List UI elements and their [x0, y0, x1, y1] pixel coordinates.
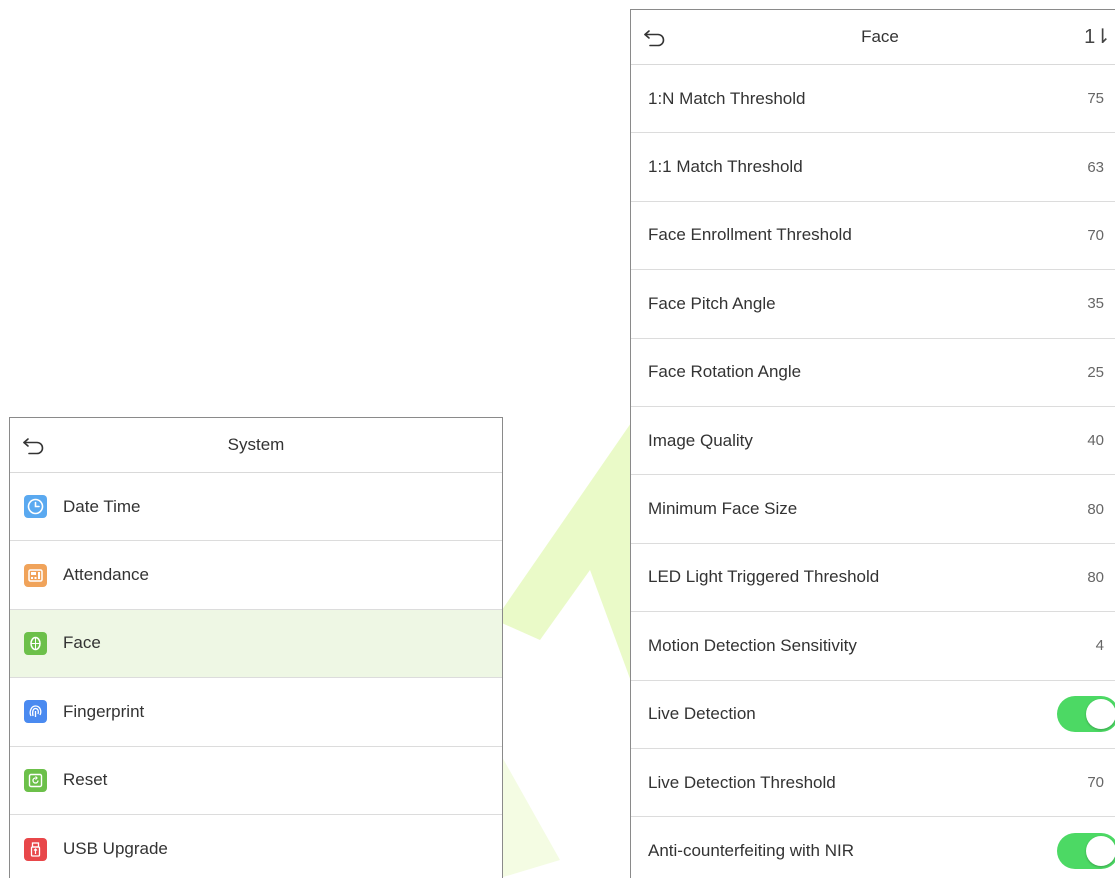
- menu-item-face[interactable]: Face: [10, 609, 502, 679]
- menu-item-fingerprint[interactable]: Fingerprint: [10, 678, 502, 747]
- setting-value: 40: [1087, 432, 1104, 450]
- setting-11-match-threshold[interactable]: 1:1 Match Threshold 63: [631, 133, 1115, 202]
- setting-value: 70: [1087, 226, 1104, 244]
- menu-item-label: Date Time: [63, 496, 141, 516]
- system-titlebar: System: [10, 418, 502, 473]
- attendance-icon: [24, 563, 47, 587]
- setting-label: Face Enrollment Threshold: [648, 225, 852, 245]
- back-arrow-icon[interactable]: [20, 431, 48, 459]
- face-settings-screen: Face 1⇂ 1:N Match Threshold 75 1:1 Match…: [630, 9, 1115, 878]
- setting-led-light-triggered-threshold[interactable]: LED Light Triggered Threshold 80: [631, 544, 1115, 613]
- setting-label: Live Detection Threshold: [648, 772, 836, 792]
- back-arrow-icon[interactable]: [641, 23, 669, 51]
- setting-label: LED Light Triggered Threshold: [648, 567, 880, 587]
- setting-value: 35: [1087, 295, 1104, 313]
- setting-live-detection-threshold[interactable]: Live Detection Threshold 70: [631, 749, 1115, 818]
- menu-item-label: USB Upgrade: [63, 839, 168, 859]
- setting-label: Motion Detection Sensitivity: [648, 635, 857, 655]
- live-detection-toggle[interactable]: [1057, 696, 1115, 733]
- menu-item-date-time[interactable]: Date Time: [10, 473, 502, 542]
- menu-item-label: Fingerprint: [63, 701, 145, 721]
- setting-label: Minimum Face Size: [648, 499, 798, 519]
- setting-value: 63: [1087, 158, 1104, 176]
- setting-label: Anti-counterfeiting with NIR: [648, 841, 854, 861]
- menu-item-usb-upgrade[interactable]: USB Upgrade: [10, 815, 502, 878]
- setting-anti-counterfeiting-nir[interactable]: Anti-counterfeiting with NIR: [631, 817, 1115, 878]
- setting-label: Face Pitch Angle: [648, 293, 776, 313]
- menu-item-label: Attendance: [63, 565, 150, 585]
- system-screen: System Date Time Attendance Face Fingerp…: [9, 417, 503, 878]
- setting-1n-match-threshold[interactable]: 1:N Match Threshold 75: [631, 65, 1115, 134]
- setting-value: 4: [1095, 637, 1104, 655]
- setting-value: 75: [1087, 90, 1104, 108]
- setting-label: 1:1 Match Threshold: [648, 157, 803, 177]
- setting-live-detection[interactable]: Live Detection: [631, 681, 1115, 749]
- nir-toggle[interactable]: [1057, 833, 1115, 870]
- toggle-knob: [1086, 699, 1115, 730]
- system-menu-list: Date Time Attendance Face Fingerprint Re…: [10, 473, 502, 878]
- setting-image-quality[interactable]: Image Quality 40: [631, 407, 1115, 476]
- page-title: System: [227, 435, 285, 454]
- face-settings-list: 1:N Match Threshold 75 1:1 Match Thresho…: [631, 65, 1115, 878]
- setting-face-enrollment-threshold[interactable]: Face Enrollment Threshold 70: [631, 202, 1115, 271]
- setting-value: 25: [1087, 363, 1104, 381]
- setting-minimum-face-size[interactable]: Minimum Face Size 80: [631, 475, 1115, 544]
- setting-label: Image Quality: [648, 430, 753, 450]
- setting-face-rotation-angle[interactable]: Face Rotation Angle 25: [631, 339, 1115, 407]
- clock-icon: [24, 495, 47, 519]
- menu-item-label: Reset: [63, 770, 108, 790]
- face-titlebar: Face 1⇂: [631, 10, 1115, 65]
- toggle-knob: [1086, 836, 1115, 867]
- setting-label: Live Detection: [648, 704, 756, 724]
- face-icon: [24, 631, 47, 655]
- setting-face-pitch-angle[interactable]: Face Pitch Angle 35: [631, 270, 1115, 339]
- reset-icon: [24, 768, 47, 792]
- sort-arrows-icon[interactable]: 1⇂: [1084, 24, 1111, 52]
- usb-icon: [24, 837, 47, 861]
- setting-label: 1:N Match Threshold: [648, 88, 806, 108]
- setting-value: 80: [1087, 500, 1104, 518]
- menu-item-reset[interactable]: Reset: [10, 747, 502, 815]
- menu-item-attendance[interactable]: Attendance: [10, 541, 502, 610]
- menu-item-label: Face: [63, 633, 101, 653]
- setting-label: Face Rotation Angle: [648, 362, 802, 382]
- fingerprint-icon: [24, 700, 47, 724]
- page-title: Face: [861, 27, 899, 46]
- setting-motion-detection-sensitivity[interactable]: Motion Detection Sensitivity 4: [631, 612, 1115, 681]
- setting-value: 80: [1087, 568, 1104, 586]
- setting-value: 70: [1087, 774, 1104, 792]
